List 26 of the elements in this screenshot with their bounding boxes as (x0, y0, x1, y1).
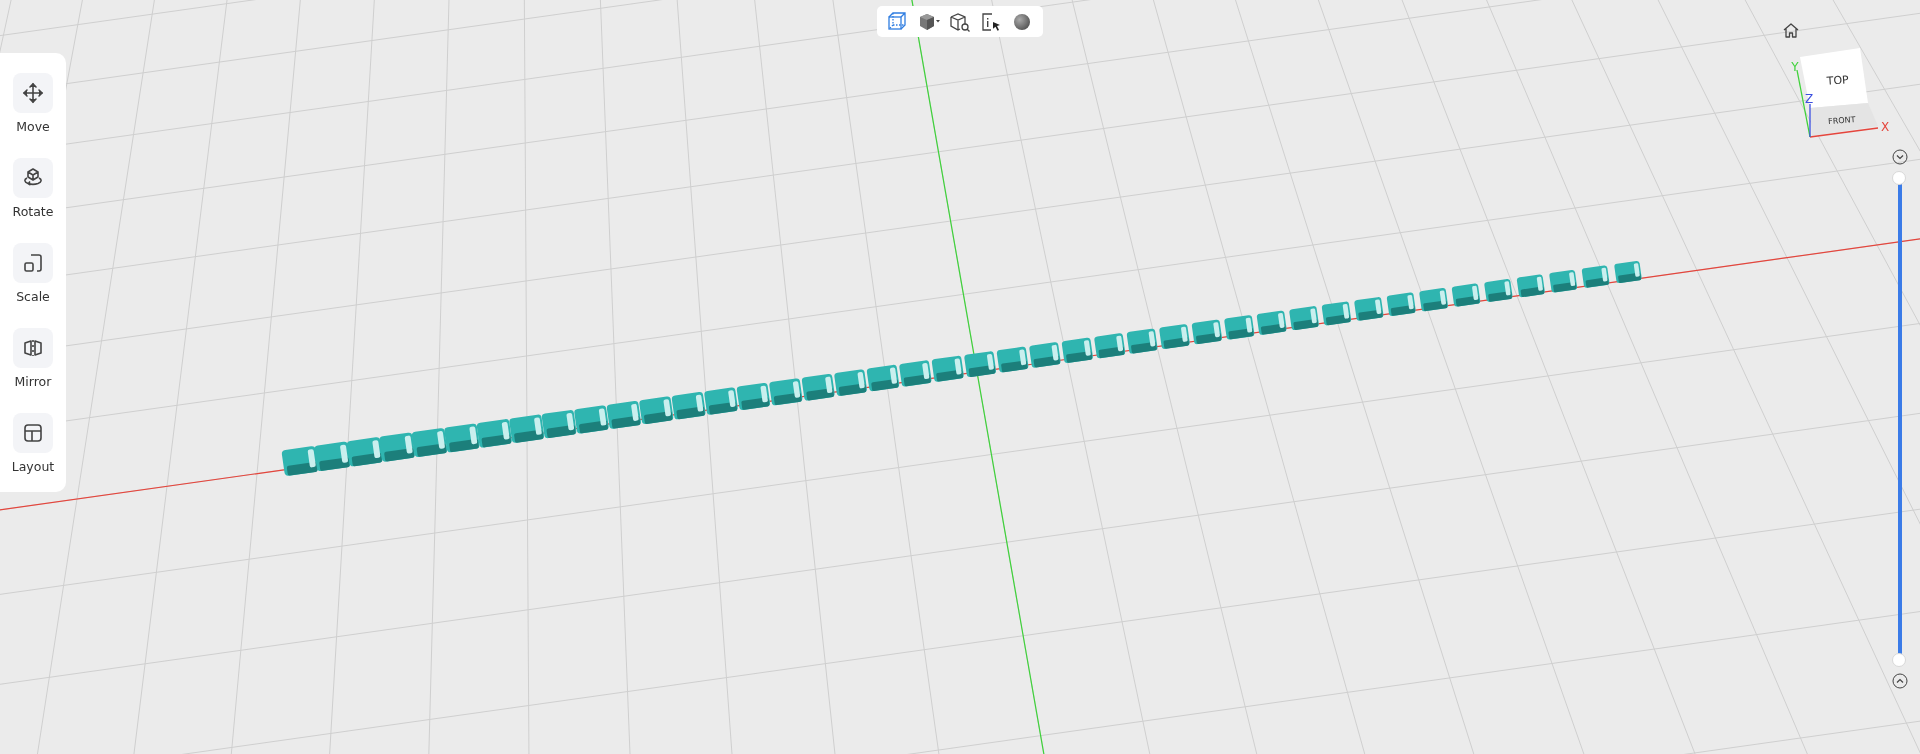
cube-face-label: TOP (1826, 73, 1850, 88)
tool-label: Move (16, 119, 50, 134)
home-icon (1782, 21, 1800, 39)
layout-icon (21, 421, 45, 445)
tool-label: Mirror (14, 374, 52, 389)
tool-button[interactable] (13, 73, 53, 113)
scroll-down-button[interactable] (1891, 148, 1909, 166)
move-icon (21, 81, 45, 105)
tool-label: Layout (11, 459, 55, 474)
tool-button[interactable] (13, 413, 53, 453)
axis-label: Y (1791, 60, 1799, 74)
slider-thumb[interactable] (1892, 653, 1906, 667)
slider-thumb[interactable] (1892, 171, 1906, 185)
tool-label: Scale (16, 289, 50, 304)
tool-label: Rotate (12, 204, 54, 219)
view-cube-drawing[interactable] (1800, 48, 1878, 136)
cube-face-label: FRONT (1827, 115, 1856, 126)
tool-button[interactable] (13, 328, 53, 368)
scale-icon (21, 251, 45, 275)
axis-label: Z (1804, 92, 1814, 106)
tool-button[interactable] (13, 243, 53, 283)
tool-button[interactable] (13, 158, 53, 198)
scroll-up-button[interactable] (1891, 672, 1909, 690)
chevron-down-icon (1892, 149, 1908, 165)
axis-label: X (1880, 120, 1890, 134)
chevron-up-icon (1892, 673, 1908, 689)
